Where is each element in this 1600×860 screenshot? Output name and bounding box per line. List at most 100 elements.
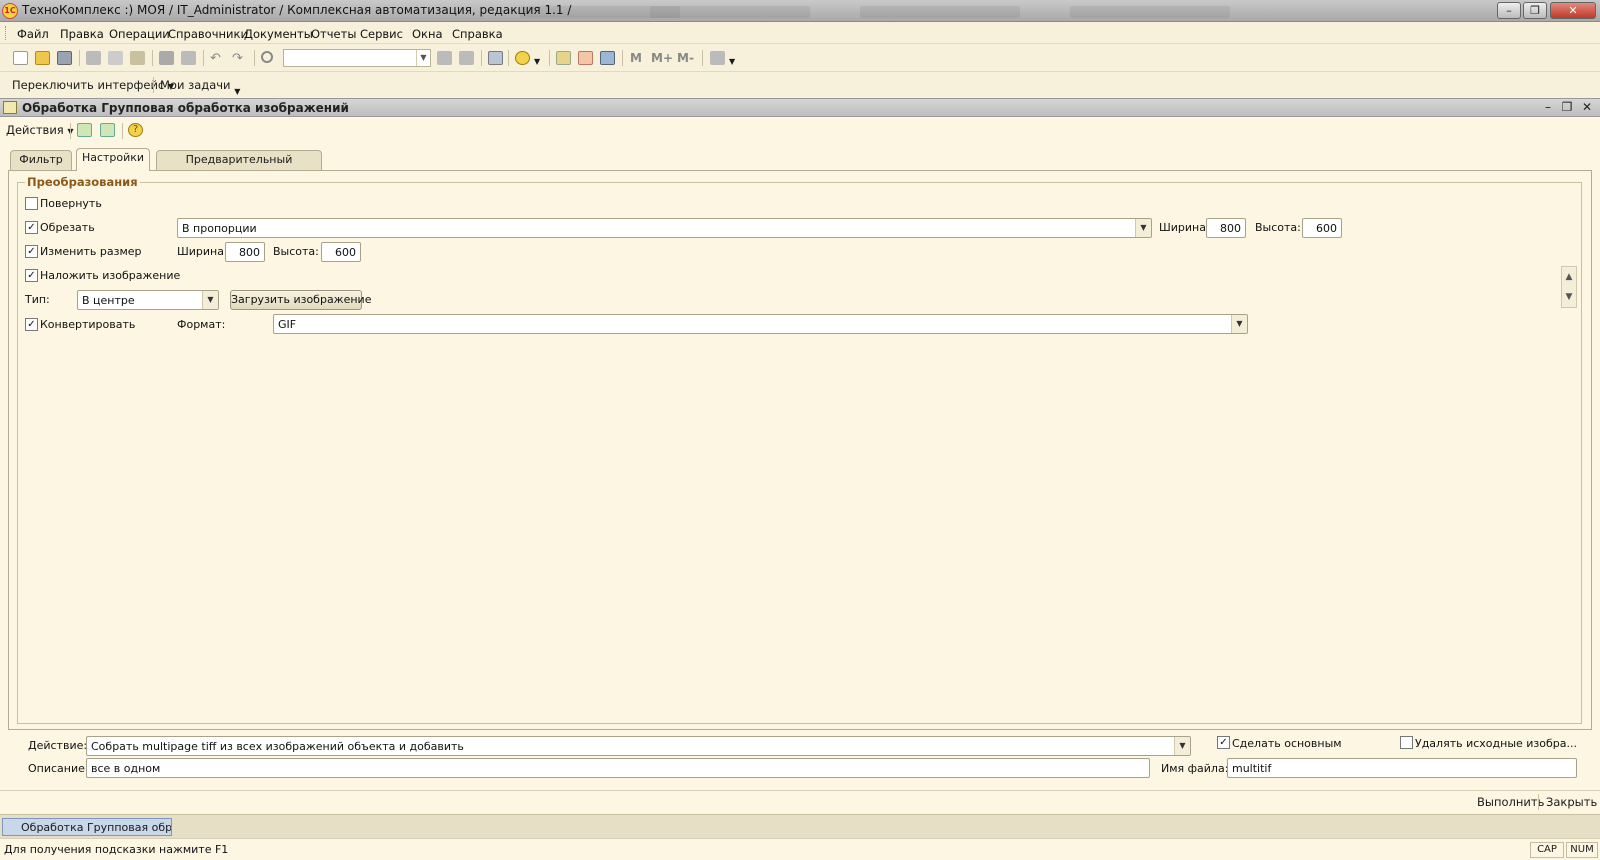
menu-windows[interactable]: Окна — [412, 27, 443, 41]
scroll-down-icon[interactable]: ▼ — [1562, 287, 1576, 307]
overlay-type-label: Тип: — [25, 293, 50, 306]
tab-preview[interactable]: Предварительный просмотр — [156, 150, 322, 184]
search-input[interactable]: ▼ — [283, 49, 431, 67]
load-image-button[interactable]: Загрузить изображение — [230, 290, 371, 310]
chevron-down-icon[interactable]: ▼ — [1231, 315, 1247, 333]
tools-icon[interactable] — [710, 51, 725, 65]
rotate-label: Повернуть — [40, 197, 102, 210]
processing-form-icon — [3, 101, 17, 114]
menu-help[interactable]: Справка — [452, 27, 503, 41]
search-icon[interactable] — [261, 51, 273, 63]
menu-file[interactable]: Файл — [17, 27, 49, 41]
overlay-type-select[interactable]: В центре ▼ — [77, 290, 219, 310]
toolbar-separator — [702, 50, 703, 66]
form-minimize-button[interactable]: – — [1541, 100, 1555, 115]
transformations-group — [17, 182, 1582, 724]
format-select[interactable]: GIF ▼ — [273, 314, 1248, 334]
toolbar-separator — [153, 77, 154, 93]
action-select[interactable]: Собрать multipage tiff из всех изображен… — [86, 736, 1191, 756]
form-close-button[interactable]: ✕ — [1580, 100, 1594, 115]
resize-height-field[interactable]: 600 — [321, 242, 361, 262]
print-preview-icon[interactable] — [181, 51, 196, 65]
chevron-down-icon[interactable]: ▼ — [729, 57, 737, 66]
help-icon[interactable]: ? — [128, 123, 143, 137]
find-previous-icon[interactable] — [459, 51, 474, 65]
calculator-icon[interactable] — [556, 51, 571, 65]
menu-service[interactable]: Сервис — [360, 27, 403, 41]
background-tab-ghost — [1070, 6, 1230, 18]
memory-minus-button[interactable]: M- — [677, 51, 694, 65]
toolbar-separator — [203, 50, 204, 66]
chevron-down-icon[interactable]: ▼ — [534, 57, 542, 66]
actions-label: Действия — [6, 123, 64, 137]
redo-icon[interactable]: ↷ — [232, 51, 247, 66]
rotate-checkbox[interactable] — [25, 197, 38, 210]
open-folder-icon[interactable] — [35, 51, 50, 65]
resize-checkbox[interactable]: ✓ — [25, 245, 38, 258]
window-titlebar: 1С ТехноКомплекс :) МОЯ / IT_Administrat… — [0, 0, 1600, 22]
chevron-down-icon[interactable]: ▼ — [1135, 219, 1151, 237]
paste-icon[interactable] — [130, 51, 145, 65]
save-settings-icon[interactable] — [100, 123, 115, 137]
memory-plus-button[interactable]: M+ — [651, 51, 673, 65]
switch-interface-button[interactable]: Переключить интерфейс ▼ — [12, 78, 174, 92]
my-tasks-label: Мои задачи — [160, 78, 231, 92]
execute-button[interactable]: Выполнить — [1477, 795, 1544, 809]
menu-catalogs[interactable]: Справочники — [168, 27, 248, 41]
background-tab-ghost — [860, 6, 1020, 18]
crop-mode-select[interactable]: В пропорции ▼ — [177, 218, 1152, 238]
new-document-icon[interactable] — [13, 51, 28, 65]
undo-icon[interactable]: ↶ — [210, 51, 225, 66]
delete-source-checkbox[interactable] — [1400, 736, 1413, 749]
users-icon[interactable] — [600, 51, 615, 65]
menu-edit[interactable]: Правка — [60, 27, 104, 41]
menu-documents[interactable]: Документы — [244, 27, 313, 41]
chevron-down-icon[interactable]: ▼ — [202, 291, 218, 309]
copy-icon[interactable] — [108, 51, 123, 65]
overlay-checkbox[interactable]: ✓ — [25, 269, 38, 282]
convert-checkbox[interactable]: ✓ — [25, 318, 38, 331]
info-icon[interactable] — [515, 51, 530, 65]
description-field[interactable]: все в одном — [86, 758, 1150, 778]
find-next-icon[interactable] — [437, 51, 452, 65]
cut-icon[interactable] — [86, 51, 101, 65]
crop-checkbox[interactable]: ✓ — [25, 221, 38, 234]
taskbar-item-processing[interactable]: Обработка Групповая обра... — [2, 818, 172, 836]
chevron-down-icon[interactable]: ▼ — [416, 50, 430, 66]
actions-menu-button[interactable]: Действия ▼ — [6, 123, 74, 137]
filename-field[interactable]: multitif — [1227, 758, 1577, 778]
window-title: ТехноКомплекс :) МОЯ / IT_Administrator … — [22, 3, 572, 17]
make-main-checkbox[interactable]: ✓ — [1217, 736, 1230, 749]
group-scrollbar[interactable]: ▲ ▼ — [1561, 266, 1577, 308]
close-form-button[interactable]: Закрыть — [1546, 795, 1597, 809]
windows-icon[interactable] — [488, 51, 503, 65]
print-icon[interactable] — [159, 51, 174, 65]
calendar-icon[interactable] — [578, 51, 593, 65]
minimize-button[interactable]: – — [1497, 2, 1521, 19]
tab-settings[interactable]: Настройки — [76, 148, 150, 171]
form-restore-button[interactable]: ❐ — [1560, 100, 1574, 115]
crop-width-field[interactable]: 800 — [1206, 218, 1246, 238]
toolbar-separator — [122, 123, 123, 139]
standard-toolbar: ↶ ↷ ▼ ▼ M M+ M- ▼ — [0, 44, 1600, 72]
menu-operations[interactable]: Операции — [109, 27, 170, 41]
my-tasks-button[interactable]: Мои задачи ▼ — [160, 78, 240, 96]
description-label: Описание: — [28, 762, 89, 775]
menu-reports[interactable]: Отчеты — [311, 27, 356, 41]
close-window-button[interactable]: ✕ — [1550, 2, 1596, 19]
make-main-label: Сделать основным — [1232, 737, 1342, 750]
memory-button[interactable]: M — [630, 51, 642, 65]
chevron-down-icon[interactable]: ▼ — [1174, 737, 1190, 755]
crop-height-field[interactable]: 600 — [1302, 218, 1342, 238]
crop-width-label: Ширина: — [1159, 221, 1210, 234]
restore-button[interactable]: ❐ — [1523, 2, 1547, 19]
overlay-label: Наложить изображение — [40, 269, 181, 282]
load-settings-icon[interactable] — [77, 123, 92, 137]
scroll-up-icon[interactable]: ▲ — [1562, 267, 1576, 287]
caps-lock-indicator: CAP — [1530, 842, 1564, 858]
toolbar-separator — [622, 50, 623, 66]
resize-width-field[interactable]: 800 — [225, 242, 265, 262]
tab-filter[interactable]: Фильтр — [10, 150, 72, 170]
save-icon[interactable] — [57, 51, 72, 65]
form-title: Обработка Групповая обработка изображени… — [22, 101, 349, 115]
